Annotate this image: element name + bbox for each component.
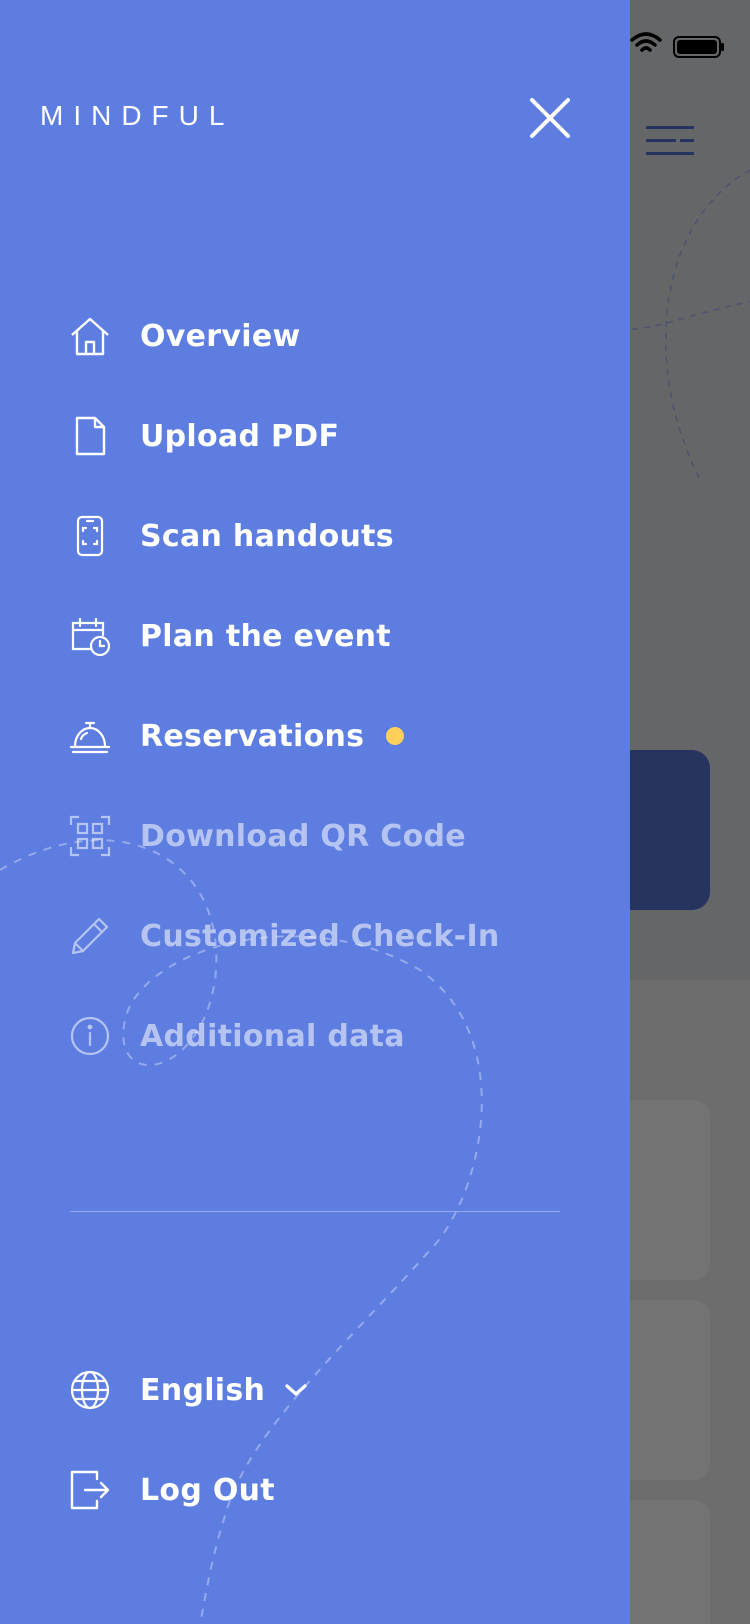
service-bell-icon <box>68 714 112 758</box>
menu-item-reservations[interactable]: Reservations <box>68 706 405 766</box>
menu-label: Plan the event <box>140 618 391 654</box>
app-logo: MINDFUL <box>40 100 235 131</box>
language-selector[interactable]: English <box>68 1360 309 1420</box>
menu-item-download-qr[interactable]: Download QR Code <box>68 806 466 866</box>
logout-icon <box>68 1468 112 1512</box>
menu-item-scan-handouts[interactable]: Scan handouts <box>68 506 394 566</box>
menu-item-additional-data[interactable]: Additional data <box>68 1006 405 1066</box>
language-label: English <box>140 1372 266 1408</box>
chevron-down-icon <box>285 1384 307 1396</box>
wifi-icon <box>630 32 662 52</box>
app-screen: MINDFUL Overview Upload PDF Scan handout… <box>0 0 750 1624</box>
home-icon <box>68 314 112 358</box>
battery-icon <box>673 36 724 58</box>
menu-item-overview[interactable]: Overview <box>68 306 301 366</box>
hamburger-icon <box>646 126 694 155</box>
document-icon <box>68 414 112 458</box>
background-decoration <box>620 169 750 481</box>
pencil-icon <box>68 914 112 958</box>
navigation-drawer: MINDFUL Overview Upload PDF Scan handout… <box>0 0 630 1624</box>
status-bar <box>630 32 724 58</box>
globe-icon <box>68 1368 112 1412</box>
menu-divider <box>70 1211 560 1212</box>
menu-item-plan-event[interactable]: Plan the event <box>68 606 391 666</box>
menu-label: Reservations <box>140 718 365 754</box>
logout-button[interactable]: Log Out <box>68 1460 275 1520</box>
info-icon <box>68 1014 112 1058</box>
calendar-clock-icon <box>68 614 112 658</box>
phone-scan-icon <box>68 514 112 558</box>
qr-code-icon <box>68 814 112 858</box>
menu-label: Overview <box>140 318 301 354</box>
close-icon[interactable] <box>528 96 572 140</box>
menu-label: Download QR Code <box>140 818 466 854</box>
menu-label: Additional data <box>140 1018 405 1054</box>
menu-label: Upload PDF <box>140 418 340 454</box>
menu-item-customized-checkin[interactable]: Customized Check-In <box>68 906 500 966</box>
notification-dot <box>386 727 405 745</box>
logout-label: Log Out <box>140 1472 275 1508</box>
menu-item-upload-pdf[interactable]: Upload PDF <box>68 406 339 466</box>
menu-label: Customized Check-In <box>140 918 500 954</box>
menu-label: Scan handouts <box>140 518 394 554</box>
